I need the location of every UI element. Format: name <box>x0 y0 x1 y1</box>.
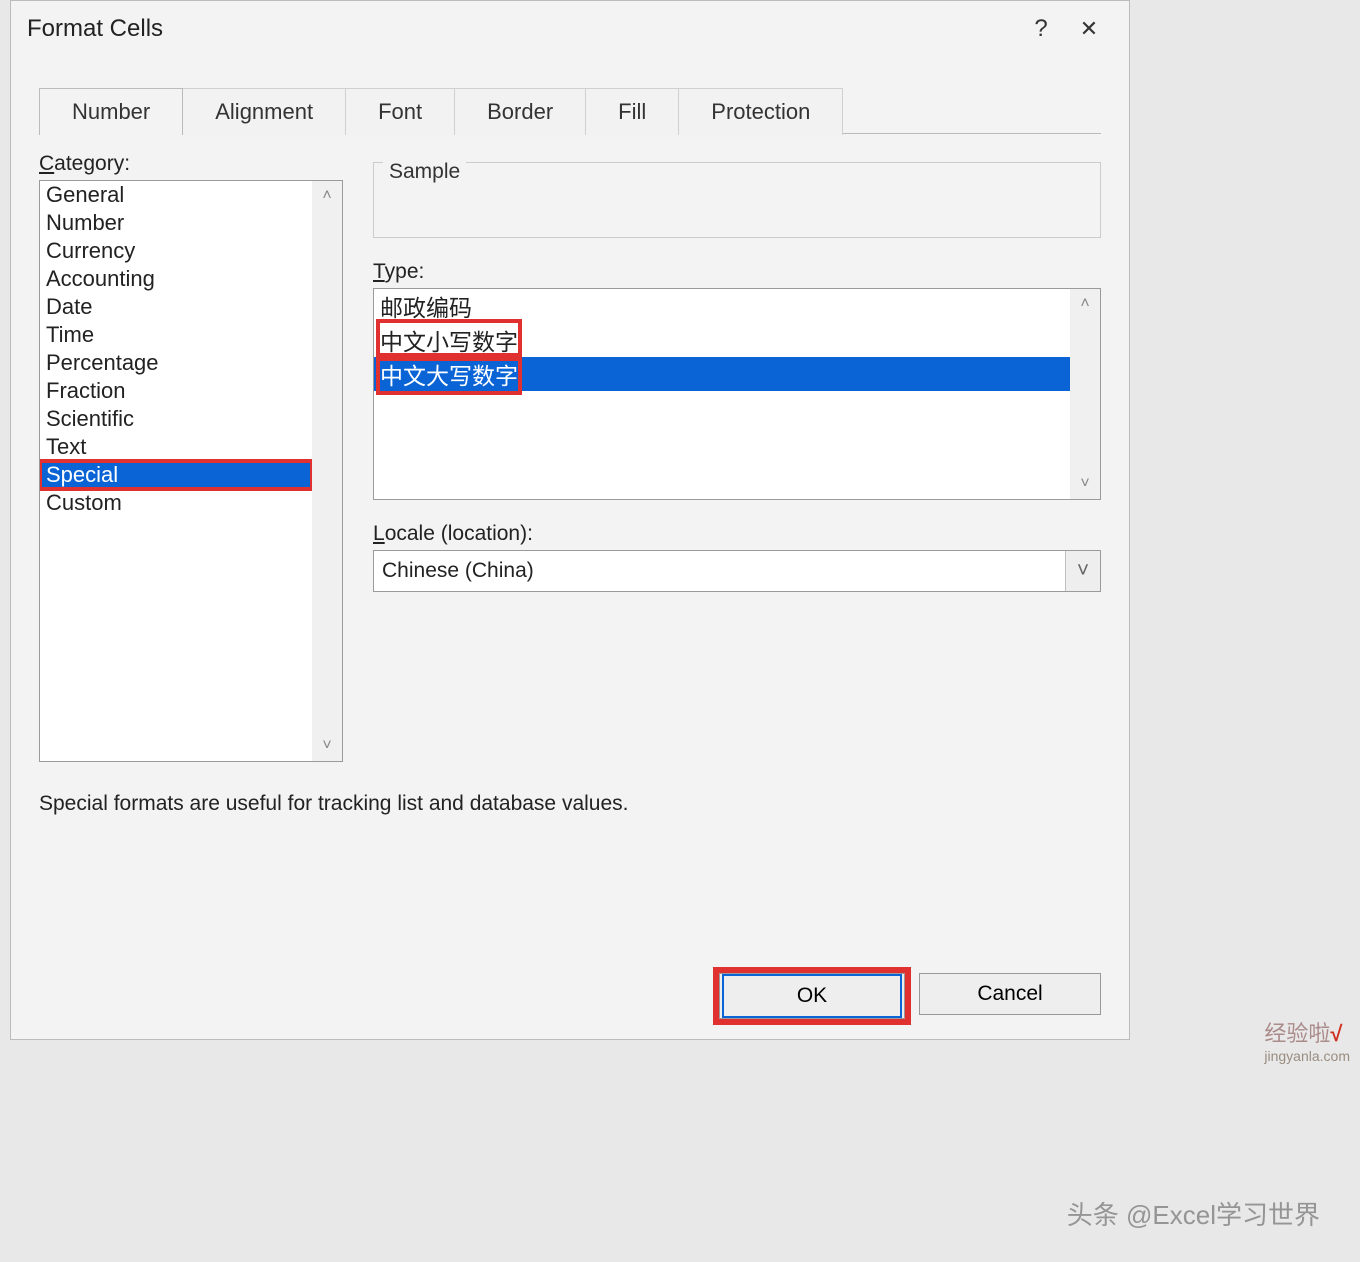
category-label: Category: <box>39 152 343 176</box>
scroll-up-icon[interactable]: ˄ <box>1080 295 1089 313</box>
category-item-time[interactable]: Time <box>40 321 312 349</box>
scroll-down-icon[interactable]: ˅ <box>1080 475 1089 493</box>
dialog-title: Format Cells <box>27 15 1017 43</box>
category-item-text[interactable]: Text <box>40 433 312 461</box>
tab-protection[interactable]: Protection <box>679 88 843 135</box>
tab-fill[interactable]: Fill <box>586 88 679 135</box>
tab-border[interactable]: Border <box>455 88 586 135</box>
tabstrip: Number Alignment Font Border Fill Protec… <box>39 87 1129 134</box>
category-item-number[interactable]: Number <box>40 209 312 237</box>
help-icon[interactable]: ? <box>1017 15 1065 43</box>
tab-alignment[interactable]: Alignment <box>183 88 346 135</box>
tab-number[interactable]: Number <box>39 88 183 135</box>
type-listbox[interactable]: 邮政编码 中文小写数字 中文大写数字 ˄ ˅ <box>373 288 1101 500</box>
close-icon[interactable]: ✕ <box>1065 16 1113 42</box>
scroll-down-icon[interactable]: ˅ <box>322 737 331 755</box>
ok-button-highlight: OK <box>719 973 905 1019</box>
type-item-lowercase-cn: 中文小写数字 <box>374 323 1100 357</box>
type-item-postal[interactable]: 邮政编码 <box>374 289 1100 323</box>
category-item-accounting[interactable]: Accounting <box>40 265 312 293</box>
category-listbox[interactable]: General Number Currency Accounting Date … <box>39 180 343 762</box>
category-item-fraction[interactable]: Fraction <box>40 377 312 405</box>
watermark-badge: 经验啦√ jingyanla.com <box>1264 1016 1350 1064</box>
tab-font[interactable]: Font <box>346 88 455 135</box>
scroll-up-icon[interactable]: ˄ <box>322 187 331 205</box>
category-item-special[interactable]: Special <box>40 461 312 489</box>
sample-preview <box>373 162 1101 238</box>
type-scrollbar[interactable]: ˄ ˅ <box>1070 289 1100 499</box>
cancel-button[interactable]: Cancel <box>919 973 1101 1015</box>
category-item-custom[interactable]: Custom <box>40 489 312 517</box>
category-item-percentage[interactable]: Percentage <box>40 349 312 377</box>
dialog-buttons: OK Cancel <box>719 973 1101 1019</box>
sample-label: Sample <box>383 160 466 184</box>
category-item-date[interactable]: Date <box>40 293 312 321</box>
type-item-uppercase-cn: 中文大写数字 <box>374 357 1100 391</box>
category-item-currency[interactable]: Currency <box>40 237 312 265</box>
format-description: Special formats are useful for tracking … <box>11 762 1129 846</box>
locale-dropdown[interactable]: Chinese (China) ˅ <box>373 550 1101 592</box>
locale-value: Chinese (China) <box>382 559 534 583</box>
ok-button[interactable]: OK <box>722 974 902 1018</box>
category-scrollbar[interactable]: ˄ ˅ <box>312 181 342 761</box>
watermark-text: 头条 @Excel学习世界 <box>1067 1195 1320 1232</box>
sample-fieldset: Sample <box>373 162 1101 238</box>
category-item-scientific[interactable]: Scientific <box>40 405 312 433</box>
format-cells-dialog: Format Cells ? ✕ Number Alignment Font B… <box>10 0 1130 1040</box>
chevron-down-icon[interactable]: ˅ <box>1065 551 1100 591</box>
titlebar: Format Cells ? ✕ <box>11 1 1129 57</box>
category-item-general[interactable]: General <box>40 181 312 209</box>
locale-label: Locale (location): <box>373 522 1101 546</box>
type-label: Type: <box>373 260 1101 284</box>
